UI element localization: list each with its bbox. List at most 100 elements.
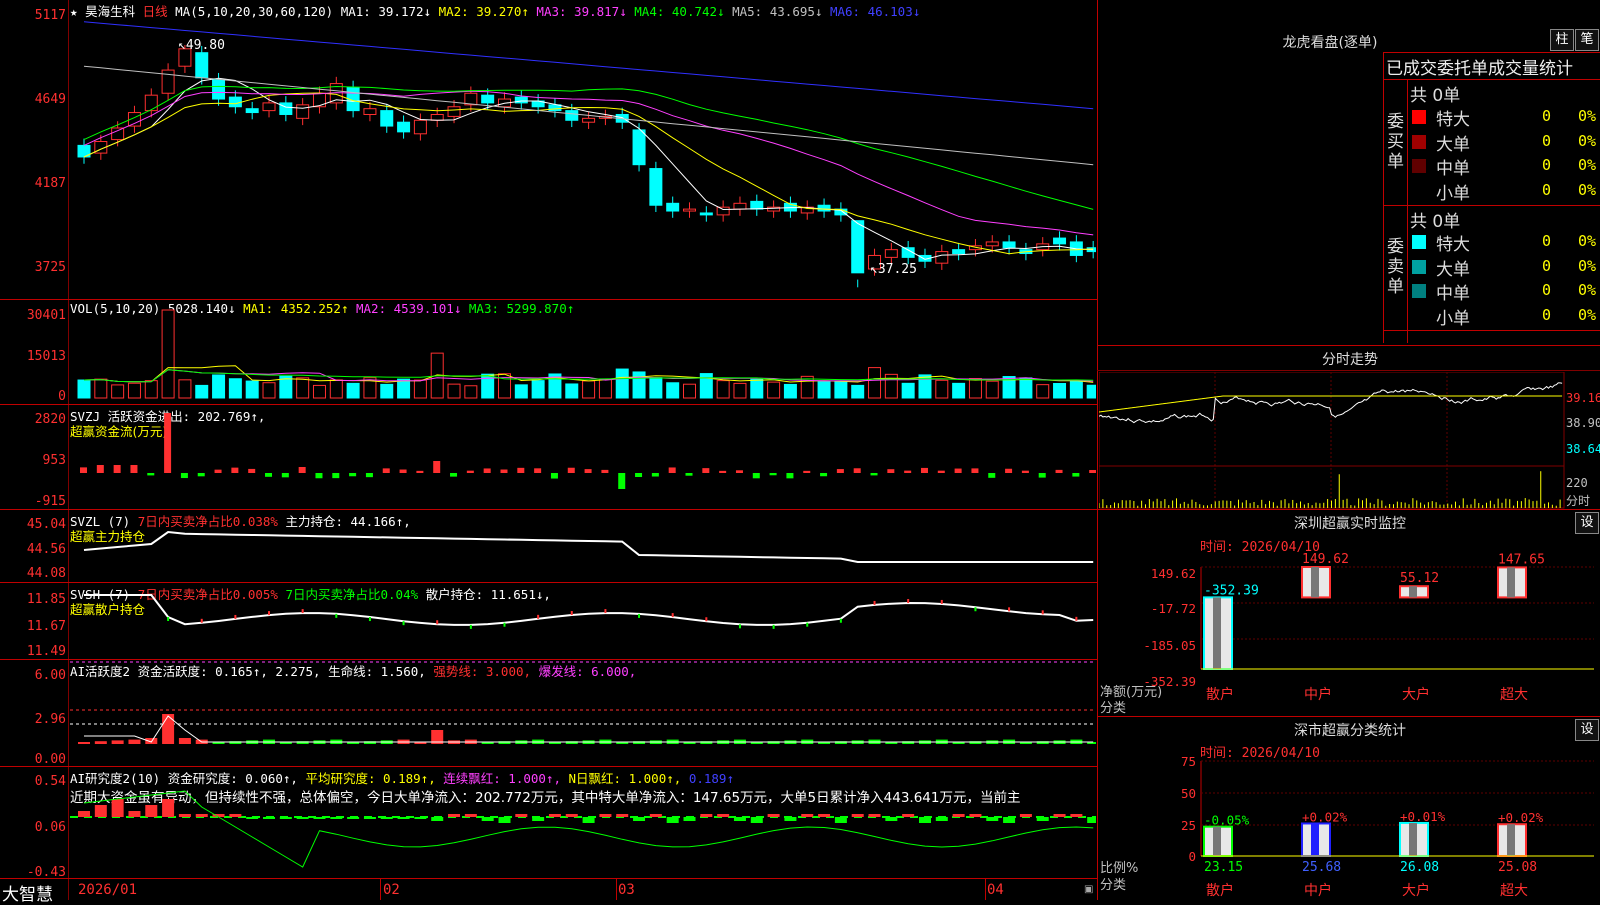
ai-activity-chart[interactable] (70, 660, 1096, 766)
sell-row-percent: 0% (1578, 281, 1597, 299)
kline-candle (952, 249, 966, 255)
ai2-bar (380, 817, 393, 819)
svzj-bar (416, 470, 424, 473)
fl-change: +0.02% (1498, 810, 1544, 825)
sell-side-label: 委卖单 (1387, 237, 1404, 297)
sell-row-percent: 0% (1578, 256, 1597, 275)
ai2-bar (414, 817, 427, 819)
intraday-chart[interactable] (1099, 372, 1565, 509)
ai2-bar (1053, 814, 1066, 817)
ai-research-chart[interactable] (70, 767, 1096, 878)
volume-bar (968, 378, 982, 399)
svsh-axis-tick: 11.49 (26, 644, 66, 659)
sell-row-name: 大单 (1436, 259, 1470, 280)
svzl-chart[interactable] (70, 510, 1096, 582)
volume-bar (868, 367, 882, 399)
svsh-tick (705, 617, 708, 622)
kline-candle (716, 206, 730, 216)
kline-candle (683, 208, 697, 212)
kline-candle (632, 129, 646, 166)
ai2-bar (481, 817, 494, 821)
x-axis-label: 04 (987, 882, 1004, 898)
ai1-bar (111, 740, 124, 744)
kline-candle (279, 102, 293, 115)
fl-category: 超大 (1500, 883, 1528, 899)
kline-candle (1053, 237, 1067, 245)
ai2-bar (918, 817, 931, 823)
ai2-bar (78, 811, 90, 817)
tick-mode-button[interactable]: 笔 (1575, 29, 1599, 51)
ai2-bar (818, 814, 831, 817)
ai2-bar (111, 799, 124, 817)
buy-row-percent: 0% (1578, 131, 1597, 150)
ai1-bar (94, 741, 107, 744)
ai2-bar (313, 817, 326, 819)
volume-bar (952, 382, 966, 399)
vol-axis-tick: 15013 (26, 349, 66, 364)
sz-xlabel: 分类 (1100, 701, 1127, 716)
kline-candle (312, 92, 326, 108)
brand-logo[interactable]: 大智慧 (2, 880, 53, 905)
sz-bar-value: 149.62 (1302, 552, 1349, 567)
ai2-bar (195, 814, 208, 817)
volume-bar (329, 379, 343, 399)
svzj-bar (618, 473, 626, 489)
ma5-line (83, 65, 1094, 166)
svzj-bar (803, 470, 811, 473)
buy-row-name: 大单 (1436, 134, 1470, 155)
price-axis-tick: 5117 (34, 8, 66, 23)
price-axis-tick: 4187 (34, 176, 66, 191)
kline-chart[interactable] (70, 16, 1096, 298)
ai2-bar (296, 817, 309, 819)
vol-axis-tick: 30401 (26, 308, 66, 323)
lock-icon[interactable]: ▣ (1084, 884, 1093, 895)
volume-bar (565, 383, 579, 399)
kline-candle (262, 102, 276, 112)
bar-mode-button[interactable]: 柱 (1550, 29, 1574, 51)
volume-bar (649, 377, 663, 399)
volume-chart[interactable] (70, 300, 1096, 404)
svzj-bar (971, 468, 979, 473)
svzl-axis-tick: 44.08 (26, 566, 66, 581)
sz-settings-button[interactable]: 设 (1575, 512, 1599, 534)
svzj-bar (550, 473, 558, 479)
svsh-chart[interactable] (70, 583, 1096, 659)
svsh-tick (907, 599, 910, 604)
kline-candle (144, 94, 158, 112)
sell-row-percent: 0% (1578, 305, 1597, 324)
svsh-tick (604, 609, 607, 614)
svzj-chart[interactable] (70, 405, 1096, 509)
svsh-tick (335, 613, 338, 618)
ai2-bar (548, 814, 561, 817)
ai2-bar (263, 817, 276, 819)
volume-bar (817, 381, 831, 399)
volume-bar (666, 382, 680, 399)
svzj-bar (265, 473, 273, 477)
lhb-title: 龙虎看盘(逐单) (1282, 35, 1378, 51)
x-axis-label: 02 (383, 882, 400, 898)
ai2-bar (1003, 817, 1016, 823)
ai2-bar (565, 814, 578, 817)
svzj-bar (920, 467, 928, 473)
ai2-bar (1019, 814, 1032, 817)
volume-bar (111, 384, 125, 399)
svsh-tick (200, 618, 203, 623)
ai2-bar (969, 814, 982, 817)
svzj-bar (601, 469, 609, 473)
kline-candle (212, 79, 226, 100)
ai2-bar (498, 817, 511, 823)
fenshi-axis-tick: 39.16 (1566, 391, 1600, 405)
svsh-tick (873, 600, 876, 605)
svzj-bar (584, 469, 592, 473)
fenshi-axis-tick: 38.64 (1566, 442, 1600, 456)
volume-bar (615, 368, 629, 399)
ai2-bar (633, 817, 646, 821)
volume-bar (464, 385, 478, 399)
kline-candle (565, 110, 579, 121)
vol-axis-tick: 0 (58, 389, 66, 404)
svsh-tick (671, 613, 674, 618)
fl-settings-button[interactable]: 设 (1575, 719, 1599, 741)
kline-candle (228, 96, 242, 108)
volume-bar (783, 383, 797, 399)
ai2-bar (649, 814, 662, 817)
